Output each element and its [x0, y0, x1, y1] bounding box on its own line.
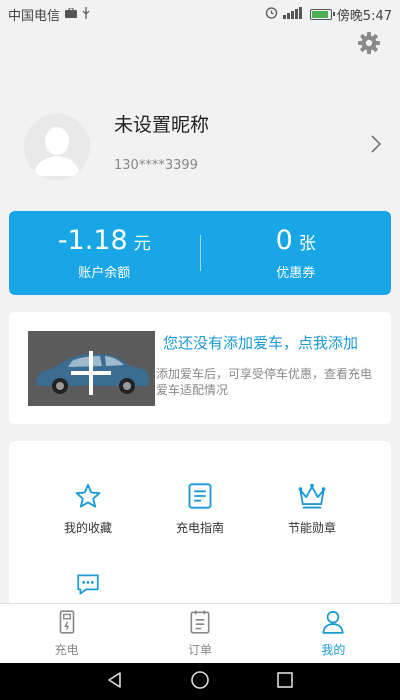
gear-icon — [357, 31, 381, 59]
car-image — [28, 331, 155, 406]
alarm-icon — [265, 6, 278, 22]
settings-button[interactable] — [356, 32, 382, 58]
coupons[interactable]: 0张 优惠券 — [201, 225, 392, 281]
add-car-link[interactable]: 您还没有添加爱车，点我添加 — [163, 332, 358, 353]
coupons-count: 0 — [275, 225, 293, 256]
tab-label: 订单 — [187, 643, 212, 657]
feature-menu: 我的收藏 充电指南 节能勋章 — [9, 441, 391, 611]
bottom-tab-bar: 充电 订单 我的 — [0, 603, 400, 663]
tab-charge[interactable]: 充电 — [0, 604, 133, 663]
tab-label: 我的 — [321, 643, 346, 657]
avatar[interactable] — [24, 114, 90, 180]
balance-label: 账户余额 — [78, 266, 131, 281]
chevron-right-icon[interactable] — [366, 132, 386, 156]
clock-label: 傍晚5:47 — [336, 8, 392, 24]
briefcase-icon — [65, 7, 78, 21]
balance-card: -1.18 元 账户余额 0张 优惠券 — [9, 211, 391, 295]
menu-item-medals[interactable]: 节能勋章 — [257, 481, 367, 536]
system-navigation-bar — [0, 663, 400, 700]
person-icon — [321, 609, 345, 639]
carrier-label: 中国电信 — [8, 8, 61, 24]
status-bar: 中国电信 傍晚5:47 — [0, 0, 400, 28]
phone-number: 130****3399 — [114, 158, 198, 173]
guide-icon — [145, 481, 255, 511]
menu-item-favorites[interactable]: 我的收藏 — [33, 481, 143, 536]
add-car-card[interactable]: 您还没有添加爱车，点我添加 添加爱车后，可享受停车优惠，查看充电爱车适配情况 — [9, 312, 391, 424]
tab-orders[interactable]: 订单 — [133, 604, 266, 663]
nickname-label[interactable]: 未设置昵称 — [114, 110, 209, 137]
menu-label: 充电指南 — [175, 521, 224, 535]
tab-mine[interactable]: 我的 — [267, 604, 400, 663]
order-icon — [189, 609, 211, 639]
add-car-description: 添加爱车后，可享受停车优惠，查看充电爱车适配情况 — [156, 367, 373, 397]
charger-icon — [56, 609, 78, 639]
account-balance[interactable]: -1.18 元 账户余额 — [9, 225, 200, 281]
usb-icon — [82, 6, 90, 22]
recents-icon[interactable] — [276, 671, 294, 693]
balance-unit: 元 — [133, 234, 151, 254]
tab-label: 充电 — [54, 643, 79, 657]
menu-item-charging-guide[interactable]: 充电指南 — [145, 481, 255, 536]
back-icon[interactable] — [106, 671, 124, 693]
star-icon — [33, 481, 143, 511]
home-icon[interactable] — [190, 670, 210, 694]
profile-header[interactable]: 未设置昵称 130****3399 — [0, 100, 400, 200]
crown-icon — [257, 481, 367, 511]
balance-amount: -1.18 — [57, 225, 128, 256]
menu-item-messages[interactable] — [33, 569, 143, 607]
menu-label: 我的收藏 — [63, 521, 112, 535]
message-icon — [33, 569, 143, 599]
menu-label: 节能勋章 — [287, 521, 336, 535]
signal-icon — [282, 6, 305, 22]
coupons-unit: 张 — [298, 234, 316, 254]
battery-icon — [309, 8, 335, 20]
coupons-label: 优惠券 — [276, 266, 316, 281]
